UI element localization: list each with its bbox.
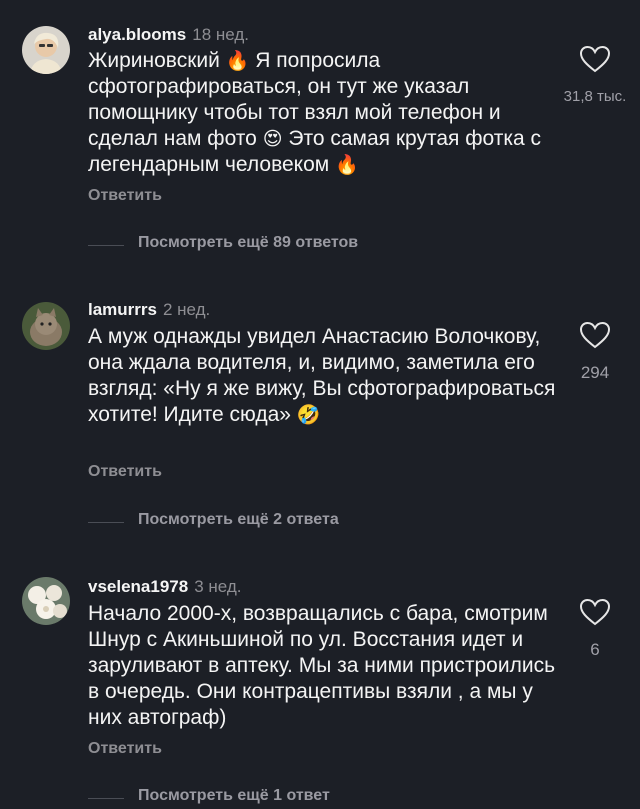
divider-line <box>88 245 124 246</box>
comment-meta: vselena1978 3 нед. <box>88 577 242 597</box>
comment-text: Начало 2000-х, возвращались с бара, смот… <box>88 602 556 729</box>
reply-button[interactable]: Ответить <box>88 463 162 481</box>
like-button[interactable] <box>578 320 612 350</box>
avatar[interactable] <box>22 26 70 74</box>
timestamp: 3 нед. <box>194 577 242 596</box>
like-button[interactable] <box>578 44 612 74</box>
heart-icon <box>579 45 611 73</box>
like-count: 6 <box>590 640 600 659</box>
fire-emoji-icon: 🔥 <box>225 50 250 72</box>
rofl-emoji-icon: 🤣 <box>296 404 321 426</box>
timestamp: 18 нед. <box>192 25 250 44</box>
comment-text: А муж однажды увидел Анастасию Волочкову… <box>88 325 556 426</box>
fire-emoji-icon: 🔥 <box>335 154 359 176</box>
like-button[interactable] <box>578 597 612 627</box>
heart-icon <box>579 321 611 349</box>
heart-eyes-emoji-icon: 😍 <box>262 128 283 150</box>
username[interactable]: vselena1978 <box>88 577 188 596</box>
heart-icon <box>579 598 611 626</box>
view-more-label: Посмотреть ещё 89 ответов <box>138 234 359 251</box>
username[interactable]: lamurrrs <box>88 300 157 319</box>
avatar[interactable] <box>22 577 70 625</box>
like-count: 294 <box>580 363 610 382</box>
username[interactable]: alya.blooms <box>88 25 186 44</box>
comment-text: Жириновский 🔥 Я попросила сфотографирова… <box>88 49 542 176</box>
reply-button[interactable]: Ответить <box>88 187 162 205</box>
divider-line <box>88 522 124 523</box>
comment-meta: alya.blooms 18 нед. <box>88 25 249 45</box>
comment-meta: lamurrrs 2 нед. <box>88 300 210 320</box>
avatar[interactable] <box>22 302 70 350</box>
view-more-label: Посмотреть ещё 1 ответ <box>138 787 330 804</box>
like-count: 31,8 тыс. <box>563 88 627 105</box>
view-more-label: Посмотреть ещё 2 ответа <box>138 511 339 528</box>
reply-button[interactable]: Ответить <box>88 740 162 758</box>
timestamp: 2 нед. <box>162 300 211 319</box>
